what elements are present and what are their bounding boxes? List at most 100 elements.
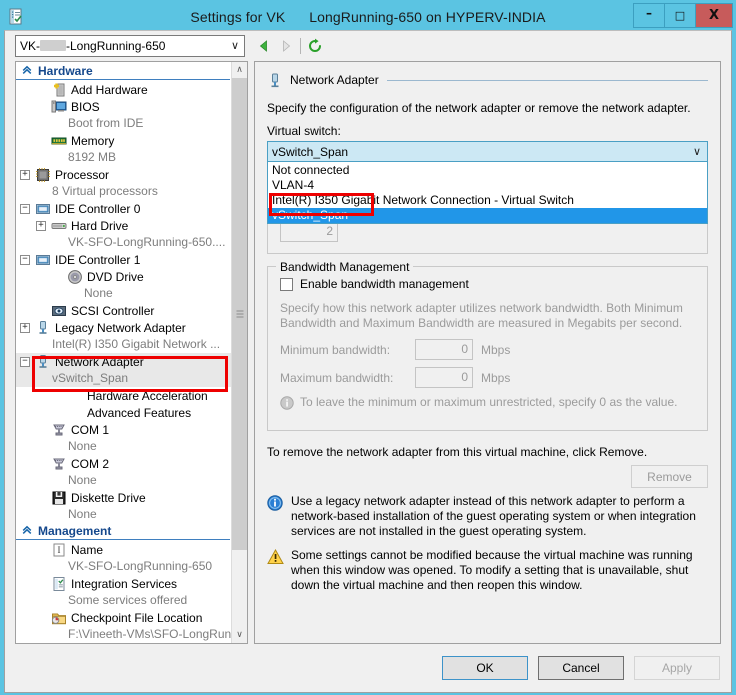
tree-item-advanced-features[interactable]: Advanced Features (16, 404, 231, 421)
scsi-controller-icon (50, 303, 68, 319)
tree-item-network-adapter[interactable]: − Network Adapter vSwitch_Span (16, 353, 231, 387)
collapse-icon[interactable]: − (16, 254, 34, 265)
minimum-bandwidth-input[interactable]: 0 (415, 339, 473, 360)
panel-title: Network Adapter (290, 73, 379, 87)
integration-services-icon (53, 576, 65, 591)
tree-item-com-2[interactable]: COM 2 None (16, 455, 231, 489)
collapse-box[interactable]: − (20, 356, 30, 367)
checkpoint-folder-icon (50, 610, 68, 626)
expand-box[interactable]: + (20, 169, 30, 180)
tree-item-subtitle: None (84, 286, 113, 300)
tree-item-checkpoint-file-location[interactable]: Checkpoint File Location F:\Vineeth-VMs\S… (16, 609, 231, 643)
tree-item-ide-controller-1[interactable]: − IDE Controller 1 (16, 251, 231, 268)
back-arrow-icon (259, 40, 267, 52)
dvd-drive-icon (68, 269, 82, 284)
panel-header: Network Adapter (267, 72, 708, 88)
collapse-box[interactable]: − (20, 254, 30, 265)
bios-icon (51, 100, 67, 112)
tree-item-integration-services[interactable]: Integration Services Some services offere… (16, 575, 231, 609)
tree-item-dvd-drive[interactable]: DVD Drive None (16, 268, 231, 302)
cancel-button[interactable]: Cancel (538, 656, 624, 680)
close-button[interactable]: X (695, 3, 733, 28)
enable-bandwidth-checkbox[interactable] (280, 277, 293, 291)
virtual-switch-combobox[interactable]: vSwitch_Span ∨ (267, 141, 708, 162)
virtual-switch-value: vSwitch_Span (272, 144, 349, 159)
tree-item-ide-controller-0[interactable]: − IDE Controller 0 (16, 200, 231, 217)
scroll-down-button[interactable]: ∨ (232, 627, 247, 643)
tree-item-hardware-acceleration[interactable]: Hardware Acceleration (16, 387, 231, 404)
virtual-switch-field: vSwitch_Span ∨ Not connected VLAN-4 Intel(… (267, 141, 708, 224)
ide-controller-icon (36, 254, 50, 265)
forward-button[interactable] (275, 35, 297, 57)
memory-icon (51, 137, 67, 144)
settings-tree[interactable]: Hardware Add Hardware BIOS Boot from IDE Mem… (16, 62, 231, 643)
tree-item-diskette-drive[interactable]: Diskette Drive None (16, 489, 231, 523)
collapse-icon[interactable]: − (16, 203, 34, 214)
refresh-button[interactable] (304, 35, 326, 57)
section-header-hardware[interactable]: Hardware (16, 63, 230, 80)
settings-tree-panel: Hardware Add Hardware BIOS Boot from IDE Mem… (15, 61, 248, 644)
section-header-management[interactable]: Management (16, 523, 230, 540)
tree-item-add-hardware[interactable]: Add Hardware (16, 81, 231, 98)
tree-item-subtitle: 8192 MB (68, 150, 117, 164)
network-adapter-settings-panel: Network Adapter Specify the configuratio… (254, 61, 721, 644)
scrollbar-grip-icon (236, 310, 243, 318)
minimize-button[interactable]: – (633, 3, 664, 28)
collapse-icon[interactable]: − (16, 356, 34, 367)
ok-button[interactable]: OK (442, 656, 528, 680)
chevron-up-icon: ∧ (236, 65, 243, 75)
maximum-bandwidth-label: Maximum bandwidth: (280, 370, 394, 385)
tree-item-subtitle: 8 Virtual processors (52, 184, 158, 198)
tree-item-memory[interactable]: Memory 8192 MB (16, 132, 231, 166)
tree-item-subtitle: Some services offered (68, 593, 188, 607)
expand-box[interactable]: + (20, 322, 30, 333)
dropdown-option[interactable]: vSwitch_Span (268, 208, 707, 223)
tree-item-label: Legacy Network Adapter (55, 320, 186, 335)
maximize-button[interactable]: □ (664, 3, 695, 28)
network-adapter-icon (34, 354, 52, 370)
apply-button[interactable]: Apply (634, 656, 720, 680)
bandwidth-hint-row: To leave the minimum or maximum unrestri… (280, 395, 695, 413)
tree-item-bios[interactable]: BIOS Boot from IDE (16, 98, 231, 132)
remove-button[interactable]: Remove (631, 465, 708, 488)
tree-item-scsi-controller[interactable]: SCSI Controller (16, 302, 231, 319)
scsi-controller-icon (52, 305, 66, 316)
tree-item-label: IDE Controller 0 (55, 201, 141, 216)
toolbar: VK- -LongRunning-650 ∨ (5, 31, 731, 61)
bios-icon (50, 99, 68, 115)
scroll-up-button[interactable]: ∧ (232, 62, 247, 78)
maximum-bandwidth-input[interactable]: 0 (415, 367, 473, 388)
virtual-switch-dropdown-list[interactable]: Not connected VLAN-4 Intel(R) I350 Gigabit… (267, 162, 708, 224)
tree-item-legacy-network-adapter[interactable]: + Legacy Network Adapter Intel(R) I350 Gig… (16, 319, 231, 353)
maximum-bandwidth-row: Maximum bandwidth: 0 Mbps (280, 367, 695, 388)
network-adapter-icon (39, 320, 47, 334)
tree-item-processor[interactable]: + Processor 8 Virtual processors (16, 166, 231, 200)
chevron-down-icon: ∨ (230, 39, 239, 52)
tree-item-label: Network Adapter (55, 354, 144, 369)
tree-item-com-1[interactable]: COM 1 None (16, 421, 231, 455)
vm-selector-combobox[interactable]: VK- -LongRunning-650 ∨ (15, 35, 245, 57)
warning-message-row: Some settings cannot be modified because… (267, 548, 708, 593)
tree-item-hard-drive[interactable]: + Hard Drive VK-SFO-LongRunning-650.... (16, 217, 231, 251)
collapse-box[interactable]: − (20, 203, 30, 214)
sidebar-scrollbar[interactable]: ∧ ∨ (231, 62, 247, 643)
expand-icon[interactable]: + (32, 220, 50, 231)
back-button[interactable] (253, 35, 275, 57)
dropdown-option[interactable]: VLAN-4 (268, 178, 707, 193)
enable-bandwidth-row[interactable]: Enable bandwidth management (280, 277, 695, 291)
close-icon: X (708, 8, 720, 23)
expand-icon[interactable]: + (16, 169, 34, 180)
maximize-icon: □ (674, 9, 686, 22)
tree-item-subtitle: Boot from IDE (68, 116, 144, 130)
expand-icon[interactable]: + (16, 322, 34, 333)
scrollbar-thumb[interactable] (232, 78, 247, 550)
integration-services-icon (50, 576, 68, 592)
processor-icon (34, 167, 52, 183)
info-icon (280, 395, 300, 413)
dropdown-option[interactable]: Not connected (268, 163, 707, 178)
vlan-id-input[interactable]: 2 (280, 221, 338, 242)
dropdown-option[interactable]: Intel(R) I350 Gigabit Network Connection… (268, 193, 707, 208)
expand-box[interactable]: + (36, 220, 46, 231)
tree-item-name[interactable]: I Name VK-SFO-LongRunning-650 (16, 541, 231, 575)
vm-selector-value: VK- -LongRunning-650 (20, 39, 166, 53)
